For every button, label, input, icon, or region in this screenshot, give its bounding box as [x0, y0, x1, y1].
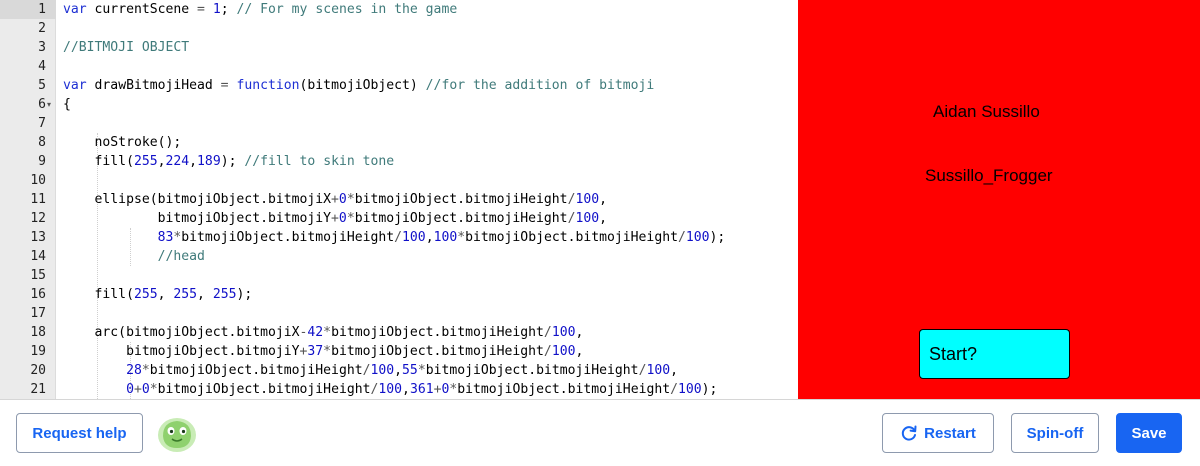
code-text: bitmojiObject.bitmojiY+37*bitmojiObject.… — [63, 344, 584, 359]
program-output-canvas[interactable]: Aidan Sussillo Sussillo_Frogger Start? — [798, 0, 1200, 400]
code-text: 28*bitmojiObject.bitmojiHeight/100,55*bi… — [126, 363, 679, 378]
start-button[interactable]: Start? — [919, 329, 1070, 379]
code-text: var currentScene = 1; // For my scenes i… — [63, 2, 458, 17]
code-line[interactable]: 16 fill(255, 255, 255); — [0, 285, 797, 304]
code-line[interactable]: 15 — [0, 266, 797, 285]
line-number: 17 — [30, 306, 46, 321]
code-line[interactable]: 19 bitmojiObject.bitmojiY+37*bitmojiObje… — [0, 342, 797, 361]
request-help-button[interactable]: Request help — [16, 413, 143, 453]
line-number: 3 — [38, 40, 46, 55]
restart-label: Restart — [924, 424, 976, 442]
code-line[interactable]: 6 ▾ { — [0, 95, 797, 114]
line-number: 2 — [38, 21, 46, 36]
line-number: 16 — [30, 287, 46, 302]
code-line[interactable]: 7 — [0, 114, 797, 133]
code-line[interactable]: 3 //BITMOJI OBJECT — [0, 38, 797, 57]
code-text: { — [63, 97, 71, 112]
line-number: 5 — [38, 78, 46, 93]
line-number: 20 — [30, 363, 46, 378]
refresh-icon — [901, 425, 917, 441]
line-number: 1 — [38, 2, 46, 17]
save-button[interactable]: Save — [1116, 413, 1182, 453]
line-number: 21 — [30, 382, 46, 397]
author-name-text: Aidan Sussillo — [933, 102, 1040, 121]
bottom-toolbar: Request help Restart Spin-off Save — [0, 399, 1200, 466]
code-line[interactable]: 1 var currentScene = 1; // For my scenes … — [0, 0, 797, 19]
code-text: bitmojiObject.bitmojiY+0*bitmojiObject.b… — [63, 211, 607, 226]
code-line[interactable]: 4 — [0, 57, 797, 76]
line-number: 9 — [38, 154, 46, 169]
line-number: 12 — [30, 211, 46, 226]
code-text: ellipse(bitmojiObject.bitmojiX+0*bitmoji… — [63, 192, 607, 207]
code-text: fill(255,224,189); //fill to skin tone — [63, 154, 395, 169]
line-number: 7 — [38, 116, 46, 131]
code-line[interactable]: 12 bitmojiObject.bitmojiY+0*bitmojiObjec… — [0, 209, 797, 228]
code-line[interactable]: 8 noStroke(); — [0, 133, 797, 152]
line-number: 14 — [30, 249, 46, 264]
line-number: 19 — [30, 344, 46, 359]
code-line[interactable]: 5 var drawBitmojiHead = function(bitmojiO… — [0, 76, 797, 95]
code-line[interactable]: 2 — [0, 19, 797, 38]
fold-toggle-icon[interactable]: ▾ — [47, 95, 55, 114]
username-text: Sussillo_Frogger — [925, 166, 1053, 185]
code-text: arc(bitmojiObject.bitmojiX-42*bitmojiObj… — [63, 325, 584, 340]
code-line[interactable]: 21 0+0*bitmojiObject.bitmojiHeight/100,3… — [0, 380, 797, 399]
code-text: var drawBitmojiHead = function(bitmojiOb… — [63, 78, 655, 93]
line-number: 18 — [30, 325, 46, 340]
line-number: 10 — [30, 173, 46, 188]
code-text: 0+0*bitmojiObject.bitmojiHeight/100,361+… — [126, 382, 718, 397]
green-blob-avatar-icon — [157, 414, 197, 454]
spin-off-button[interactable]: Spin-off — [1011, 413, 1099, 453]
line-number: 13 — [30, 230, 46, 245]
code-text: //BITMOJI OBJECT — [63, 40, 190, 55]
line-number: 6 — [38, 97, 46, 112]
code-line[interactable]: 14 //head — [0, 247, 797, 266]
line-number: 4 — [38, 59, 46, 74]
code-line[interactable]: 9 fill(255,224,189); //fill to skin tone — [0, 152, 797, 171]
restart-button[interactable]: Restart — [882, 413, 994, 453]
code-line[interactable]: 10 — [0, 171, 797, 190]
code-text: //head — [157, 249, 205, 264]
code-line[interactable]: 11 ellipse(bitmojiObject.bitmojiX+0*bitm… — [0, 190, 797, 209]
line-number: 11 — [30, 192, 46, 207]
line-number: 15 — [30, 268, 46, 283]
code-text: fill(255, 255, 255); — [63, 287, 253, 302]
code-text: noStroke(); — [63, 135, 182, 150]
code-line[interactable]: 17 — [0, 304, 797, 323]
code-editor[interactable]: 1 var currentScene = 1; // For my scenes … — [0, 0, 797, 399]
code-line[interactable]: 20 28*bitmojiObject.bitmojiHeight/100,55… — [0, 361, 797, 380]
line-number: 8 — [38, 135, 46, 150]
code-text: 83*bitmojiObject.bitmojiHeight/100,100*b… — [157, 230, 726, 245]
code-line[interactable]: 13 83*bitmojiObject.bitmojiHeight/100,10… — [0, 228, 797, 247]
code-line[interactable]: 18 arc(bitmojiObject.bitmojiX-42*bitmoji… — [0, 323, 797, 342]
